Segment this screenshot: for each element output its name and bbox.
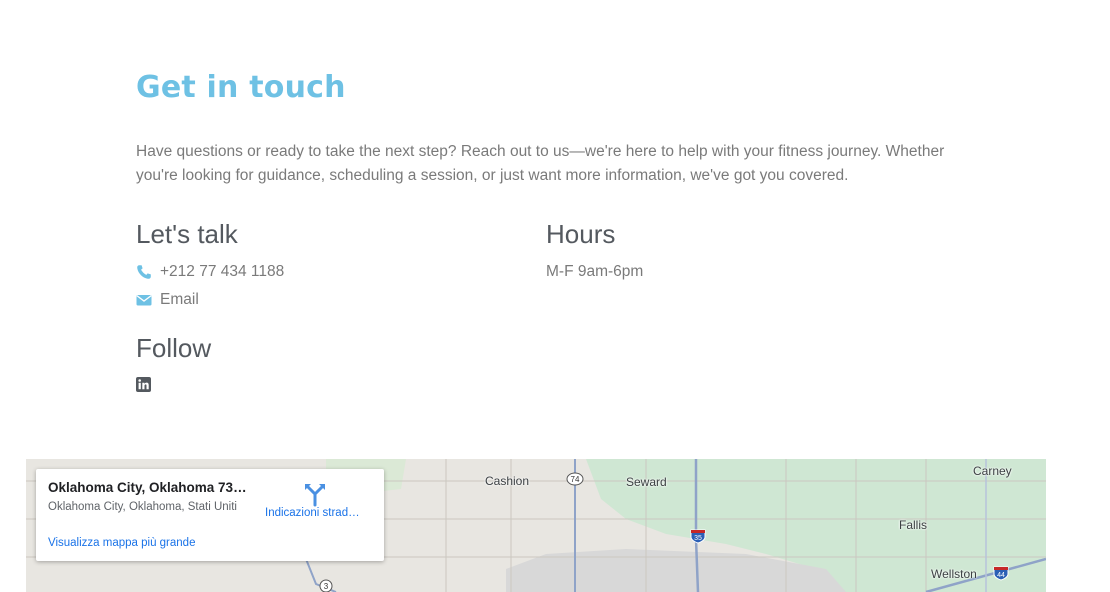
map-label-cashion: Cashion — [485, 474, 530, 488]
interstate-35-shield: 35 — [690, 529, 706, 544]
directions-icon[interactable] — [302, 481, 328, 507]
phone-icon — [136, 264, 152, 280]
svg-text:3: 3 — [324, 582, 329, 591]
map-label-carney: Carney — [973, 464, 1012, 478]
email-link[interactable]: Email — [136, 291, 199, 309]
route-3-shield: 3 — [319, 579, 333, 592]
hours-text: M-F 9am-6pm — [546, 263, 644, 280]
route-74-shield: 74 — [566, 472, 584, 486]
phone-link[interactable]: +212 77 434 1188 — [136, 263, 284, 281]
place-address: Oklahoma City, Oklahoma, Stati Uniti — [48, 501, 237, 513]
lets-talk-heading: Let's talk — [136, 219, 238, 249]
follow-heading: Follow — [136, 333, 212, 363]
linkedin-icon[interactable] — [136, 377, 151, 392]
envelope-icon — [136, 292, 152, 308]
place-name: Oklahoma City, Oklahoma 731… — [48, 480, 253, 495]
map-label-fallis: Fallis — [899, 518, 928, 532]
directions-link[interactable]: Indicazioni strad… — [265, 507, 370, 519]
map-label-wellston: Wellston — [931, 567, 977, 581]
email-label: Email — [160, 291, 199, 308]
interstate-44-shield: 44 — [993, 566, 1009, 581]
svg-text:74: 74 — [571, 475, 580, 484]
svg-text:35: 35 — [694, 535, 702, 542]
map-info-card: Oklahoma City, Oklahoma 731… Oklahoma Ci… — [36, 469, 384, 561]
hours-heading: Hours — [546, 219, 616, 249]
view-larger-map-link[interactable]: Visualizza mappa più grande — [48, 537, 195, 549]
page-title: Get in touch — [136, 70, 346, 105]
intro-text: Have questions or ready to take the next… — [136, 143, 945, 184]
embedded-map[interactable]: Cashion Seward Carney Fallis Wellston 74… — [26, 459, 1046, 592]
svg-text:44: 44 — [997, 572, 1005, 579]
phone-number: +212 77 434 1188 — [160, 263, 285, 280]
map-label-seward: Seward — [626, 475, 667, 489]
